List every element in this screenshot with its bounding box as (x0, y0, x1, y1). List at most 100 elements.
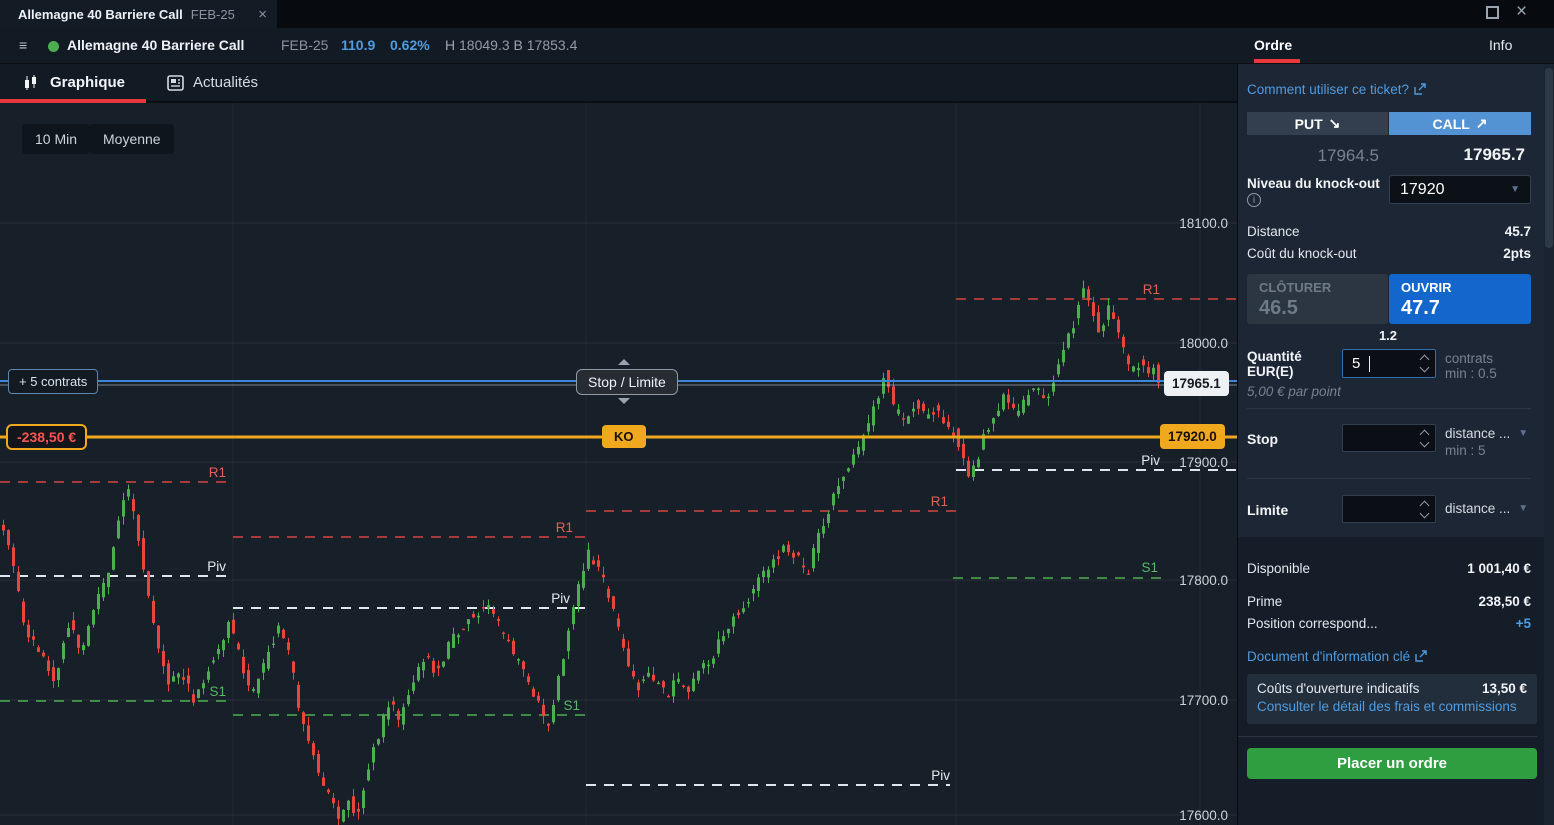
candle (927, 414, 930, 419)
chart-area[interactable]: R1 Piv S1 R1 Piv S1 R1 Piv R1 Piv S1 18100.0 18000.0… (0, 103, 1237, 825)
window-close-icon[interactable]: × (1516, 1, 1527, 23)
place-order-button[interactable]: Placer un ordre (1247, 748, 1537, 779)
limit-type-dropdown[interactable]: distance ... ▼ (1445, 501, 1528, 516)
quantity-input-field[interactable] (1343, 350, 1408, 377)
candle (142, 538, 145, 570)
distance-row: Distance 45.7 (1247, 224, 1531, 239)
stop-label: Stop (1247, 431, 1279, 447)
current-price-axis-badge: 17965.1 (1164, 371, 1229, 396)
candle (82, 645, 85, 651)
candle (677, 678, 680, 682)
candle (147, 571, 150, 596)
news-icon (167, 74, 184, 91)
position-size-badge[interactable]: + 5 contrats (8, 369, 99, 394)
candle (192, 694, 195, 703)
candle (552, 704, 555, 723)
opening-costs-label: Coûts d'ouverture indicatifs (1257, 681, 1420, 696)
candle (572, 607, 575, 625)
candle (1117, 319, 1120, 333)
limit-input-field[interactable] (1343, 496, 1408, 522)
limit-stepper[interactable] (1419, 496, 1430, 522)
stop-input[interactable] (1342, 424, 1436, 452)
info-icon[interactable]: i (1247, 191, 1261, 207)
tab-actualites-label: Actualités (193, 74, 259, 91)
close-position-button[interactable]: CLÔTURER 46.5 (1247, 274, 1388, 324)
close-price: 46.5 (1259, 297, 1298, 319)
candle (397, 710, 400, 720)
quantity-stepper[interactable] (1419, 350, 1430, 377)
candle (772, 559, 775, 568)
candle (612, 596, 615, 609)
candle (292, 661, 295, 673)
candle (942, 417, 945, 424)
fees-detail-link[interactable]: Consulter le détail des frais et commiss… (1257, 699, 1527, 714)
candle (547, 723, 550, 726)
key-information-document-link[interactable]: Document d'information clé (1247, 649, 1427, 664)
stepper-down-icon[interactable] (1419, 508, 1430, 518)
candle (122, 500, 125, 517)
pivot-level-label: R1 (1143, 282, 1160, 297)
scrollbar-thumb[interactable] (1545, 68, 1553, 248)
high-value: 18049.3 (459, 37, 510, 53)
candle (297, 684, 300, 708)
tab-close-icon[interactable]: × (258, 6, 267, 23)
candle (1137, 368, 1140, 371)
candle (897, 409, 900, 414)
candle (792, 552, 795, 558)
knockout-level-select[interactable]: 17920 ▼ (1389, 175, 1531, 204)
distance-value: 45.7 (1504, 224, 1531, 239)
stop-input-field[interactable] (1343, 425, 1408, 451)
window-maximize-icon[interactable] (1486, 6, 1499, 19)
candle (1042, 395, 1045, 398)
candle (712, 658, 715, 664)
stop-limite-tooltip[interactable]: Stop / Limite (576, 369, 678, 395)
put-button[interactable]: PUT ↘ (1247, 112, 1388, 135)
call-button[interactable]: CALL ↗ (1389, 112, 1531, 135)
open-position-button[interactable]: OUVRIR 47.7 (1389, 274, 1531, 324)
pivot-level-label: Piv (207, 559, 226, 574)
candle (152, 600, 155, 624)
open-price: 47.7 (1401, 297, 1440, 319)
candle (1097, 312, 1100, 333)
stepper-down-icon[interactable] (1419, 362, 1430, 373)
limit-input[interactable] (1342, 495, 1436, 523)
tooltip-down-arrow-icon (618, 398, 630, 404)
candle (1122, 336, 1125, 348)
average-button[interactable]: Moyenne (90, 124, 174, 154)
interval-button[interactable]: 10 Min (22, 124, 91, 154)
candle (357, 808, 360, 812)
pnl-badge[interactable]: -238,50 € (6, 424, 88, 450)
candle (452, 633, 455, 648)
panel-scrollbar[interactable] (1544, 64, 1554, 825)
candle (1072, 328, 1075, 334)
candle (17, 571, 20, 591)
quantity-input[interactable] (1342, 349, 1436, 378)
document-tab-period: FEB-25 (190, 6, 235, 22)
candle (902, 418, 905, 420)
pivot-level-label: R1 (556, 520, 573, 535)
stop-stepper[interactable] (1419, 425, 1430, 451)
tab-actualites[interactable]: Actualités (167, 64, 258, 101)
candle (112, 547, 115, 570)
stop-type-dropdown[interactable]: distance ... ▼ (1445, 426, 1528, 441)
candle (282, 629, 285, 639)
candle (742, 608, 745, 613)
menu-icon[interactable]: ≡ (19, 37, 27, 53)
help-link[interactable]: Comment utiliser ce ticket? (1247, 82, 1426, 97)
divider (1238, 736, 1537, 737)
candle (617, 618, 620, 627)
knockout-line-badge[interactable]: KO (602, 425, 646, 448)
spread-value: 1.2 (1378, 328, 1398, 343)
candle (202, 683, 205, 689)
stepper-down-icon[interactable] (1419, 437, 1430, 447)
tab-graphique[interactable]: Graphique (24, 64, 125, 101)
candlestick-chart[interactable]: R1 Piv S1 R1 Piv S1 R1 Piv R1 Piv S1 18100.0 18000.0… (0, 103, 1237, 825)
candle (917, 400, 920, 409)
candle (12, 547, 15, 566)
tab-ordre[interactable]: Ordre (1254, 37, 1292, 53)
tab-info[interactable]: Info (1489, 37, 1512, 53)
candle (1027, 395, 1030, 406)
document-tab[interactable]: Allemagne 40 Barriere Call FEB-25 × (0, 0, 277, 28)
tab-graphique-label: Graphique (50, 74, 126, 91)
candle (787, 544, 790, 553)
